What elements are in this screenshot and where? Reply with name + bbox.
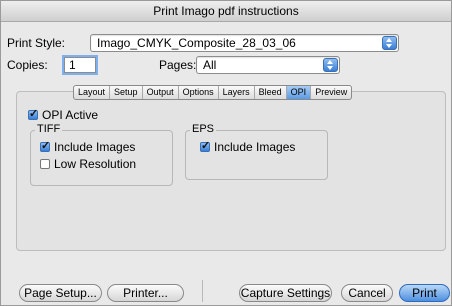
copies-input[interactable]: 1 [62, 55, 98, 75]
tab-setup[interactable]: Setup [110, 86, 143, 99]
cancel-button[interactable]: Cancel [341, 284, 393, 302]
capture-settings-button[interactable]: Capture Settings [239, 284, 332, 302]
opi-active-label: OPI Active [42, 108, 99, 122]
tiff-low-resolution-label: Low Resolution [54, 157, 137, 171]
button-divider [202, 280, 203, 302]
tab-layout[interactable]: Layout [74, 86, 111, 99]
tab-layers[interactable]: Layers [219, 86, 255, 99]
tiff-include-images-label: Include Images [54, 140, 136, 154]
print-style-popup-arrows-icon[interactable] [382, 36, 397, 50]
window-title: Print Imago pdf instructions [1, 1, 451, 22]
tab-output[interactable]: Output [143, 86, 179, 99]
tiff-group: TIFF Include Images Low Resolution [30, 123, 173, 186]
eps-group: EPS Include Images [185, 123, 328, 180]
tiff-include-images-checkbox[interactable]: Include Images [40, 139, 136, 154]
printer-button[interactable]: Printer... [107, 284, 184, 302]
print-style-label: Print Style: [7, 36, 66, 50]
opi-active-checkbox[interactable]: OPI Active [28, 107, 99, 122]
pages-popup-arrows-icon[interactable] [323, 58, 338, 72]
tab-bleed[interactable]: Bleed [255, 86, 287, 99]
eps-include-images-checkbox[interactable]: Include Images [200, 139, 296, 154]
pages-value: All [203, 58, 217, 72]
copies-label: Copies: [7, 58, 48, 72]
tab-opi[interactable]: OPI [286, 86, 312, 99]
eps-include-images-checkmark-icon [200, 139, 210, 152]
pages-label: Pages: [159, 58, 197, 72]
tiff-low-resolution-checkbox[interactable]: Low Resolution [40, 157, 136, 171]
print-dialog-window: Print Imago pdf instructions Print Style… [0, 0, 452, 306]
tab-options[interactable]: Options [179, 86, 219, 99]
tiff-group-label: TIFF [35, 123, 63, 135]
tiff-low-resolution-checkbox-icon [40, 159, 50, 169]
page-setup-button[interactable]: Page Setup... [19, 284, 102, 302]
print-style-value: Imago_CMYK_Composite_28_03_06 [97, 36, 296, 50]
tab-bar: Layout Setup Output Options Layers Bleed… [73, 85, 353, 100]
eps-include-images-label: Include Images [214, 140, 296, 154]
opi-active-checkmark-icon [28, 107, 38, 120]
opi-panel: OPI Active TIFF Include Images Low Resol… [16, 91, 446, 251]
tab-preview[interactable]: Preview [311, 86, 351, 99]
tiff-include-images-checkmark-icon [40, 139, 50, 152]
eps-group-label: EPS [190, 123, 217, 135]
pages-select[interactable]: All [196, 56, 340, 74]
print-button[interactable]: Print [399, 284, 450, 302]
print-style-select[interactable]: Imago_CMYK_Composite_28_03_06 [90, 34, 399, 52]
